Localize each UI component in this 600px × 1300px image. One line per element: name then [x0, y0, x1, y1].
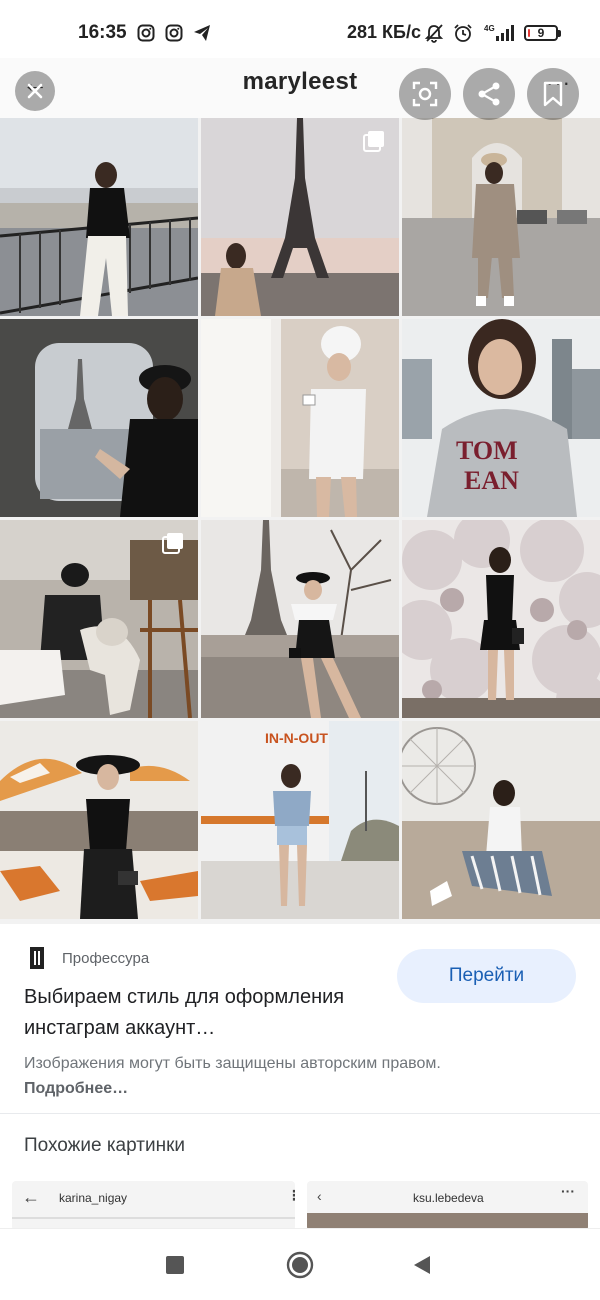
- divider: [0, 1113, 600, 1114]
- more-info-link[interactable]: Подробнее…: [24, 1080, 128, 1097]
- visit-button[interactable]: Перейти: [397, 949, 576, 1003]
- chevron-left-icon: ‹: [317, 1188, 322, 1204]
- copyright-text: Изображения могут быть защищены авторски…: [24, 1055, 441, 1072]
- grid-tile: [0, 319, 198, 517]
- navigation-bar: [0, 1228, 600, 1300]
- lens-button[interactable]: [399, 68, 451, 120]
- grid-tile: IN-N-OUT: [201, 721, 399, 919]
- more-dots-icon: ···: [561, 1183, 575, 1199]
- grid-tile: [201, 520, 399, 718]
- close-icon: [27, 83, 43, 99]
- recent-apps-button[interactable]: [166, 1256, 184, 1274]
- svg-text:4G: 4G: [484, 24, 495, 33]
- battery-level: 9: [537, 26, 545, 40]
- wall-eiffel-tower-image: [201, 520, 399, 718]
- result-title[interactable]: Выбираем стиль для оформления инстаграм …: [24, 982, 394, 1044]
- thumb-divider: [12, 1217, 295, 1219]
- site-logo-icon: [30, 947, 44, 969]
- share-button[interactable]: [463, 68, 515, 120]
- image-preview[interactable]: ← maryleest ··· TOM EAN IN-N-OUT: [0, 58, 600, 924]
- grid-tile: [201, 118, 399, 316]
- alarm-icon: [454, 24, 472, 42]
- network-speed: 281 КБ/с: [347, 22, 421, 42]
- lens-icon: [412, 81, 438, 107]
- similar-username: ksu.lebedeva: [413, 1191, 484, 1205]
- grid-tile: [201, 319, 399, 517]
- copyright-notice: Изображения могут быть защищены авторски…: [24, 1051, 474, 1101]
- gray-sweatshirt-image: TOM EAN: [402, 319, 600, 517]
- source-name: Профессура: [62, 949, 150, 967]
- bookmark-icon: [543, 81, 563, 107]
- multiple-photos-icon: [162, 533, 183, 554]
- grid-tile: [402, 721, 600, 919]
- towel-coffee-image: [201, 319, 399, 517]
- back-arrow-icon: ←: [22, 1187, 40, 1207]
- similar-username: karina_nigay: [59, 1191, 128, 1205]
- home-button[interactable]: [286, 1251, 314, 1279]
- train-window-image: [0, 319, 198, 517]
- bookmark-button[interactable]: [527, 68, 579, 120]
- grid-tile: [0, 118, 198, 316]
- source-row[interactable]: Профессура: [28, 946, 149, 970]
- svg-text:IN-N-OUT: IN-N-OUT: [265, 730, 328, 746]
- battery-cap: [558, 30, 561, 37]
- grid-tile: [0, 721, 198, 919]
- multiple-photos-icon: [363, 131, 384, 152]
- battery-icon: 9: [524, 25, 558, 41]
- svg-text:EAN: EAN: [464, 466, 519, 495]
- blossom-tree-image: [402, 520, 600, 718]
- instagram-icon: [137, 24, 155, 42]
- grid-tile: [0, 520, 198, 718]
- ferris-wheel-image: [402, 721, 600, 919]
- beach-hat-image: [0, 721, 198, 919]
- grid-tile: [402, 520, 600, 718]
- svg-text:TOM: TOM: [456, 436, 518, 465]
- photo-grid: TOM EAN IN-N-OUT: [0, 118, 600, 924]
- more-dots-icon: ⋮: [287, 1187, 295, 1203]
- back-button[interactable]: [413, 1255, 431, 1275]
- similar-image-2[interactable]: ‹ ksu.lebedeva ···: [307, 1181, 588, 1231]
- signal-4g-icon: 4G: [484, 24, 514, 41]
- in-n-out-image: IN-N-OUT: [201, 721, 399, 919]
- grid-tile: TOM EAN: [402, 319, 600, 517]
- woman-on-balcony-image: [0, 118, 198, 316]
- similar-image-1[interactable]: ← karina_nigay ⋮: [12, 1181, 295, 1231]
- similar-images-heading: Похожие картинки: [24, 1135, 185, 1156]
- grid-tile: [402, 118, 600, 316]
- share-icon: [478, 82, 500, 106]
- clock: 16:35: [78, 22, 127, 43]
- telegram-icon: [194, 25, 210, 41]
- close-button[interactable]: [15, 71, 55, 111]
- bell-muted-icon: [424, 24, 444, 43]
- arc-de-triomphe-image: [402, 118, 600, 316]
- instagram-icon: [165, 24, 183, 42]
